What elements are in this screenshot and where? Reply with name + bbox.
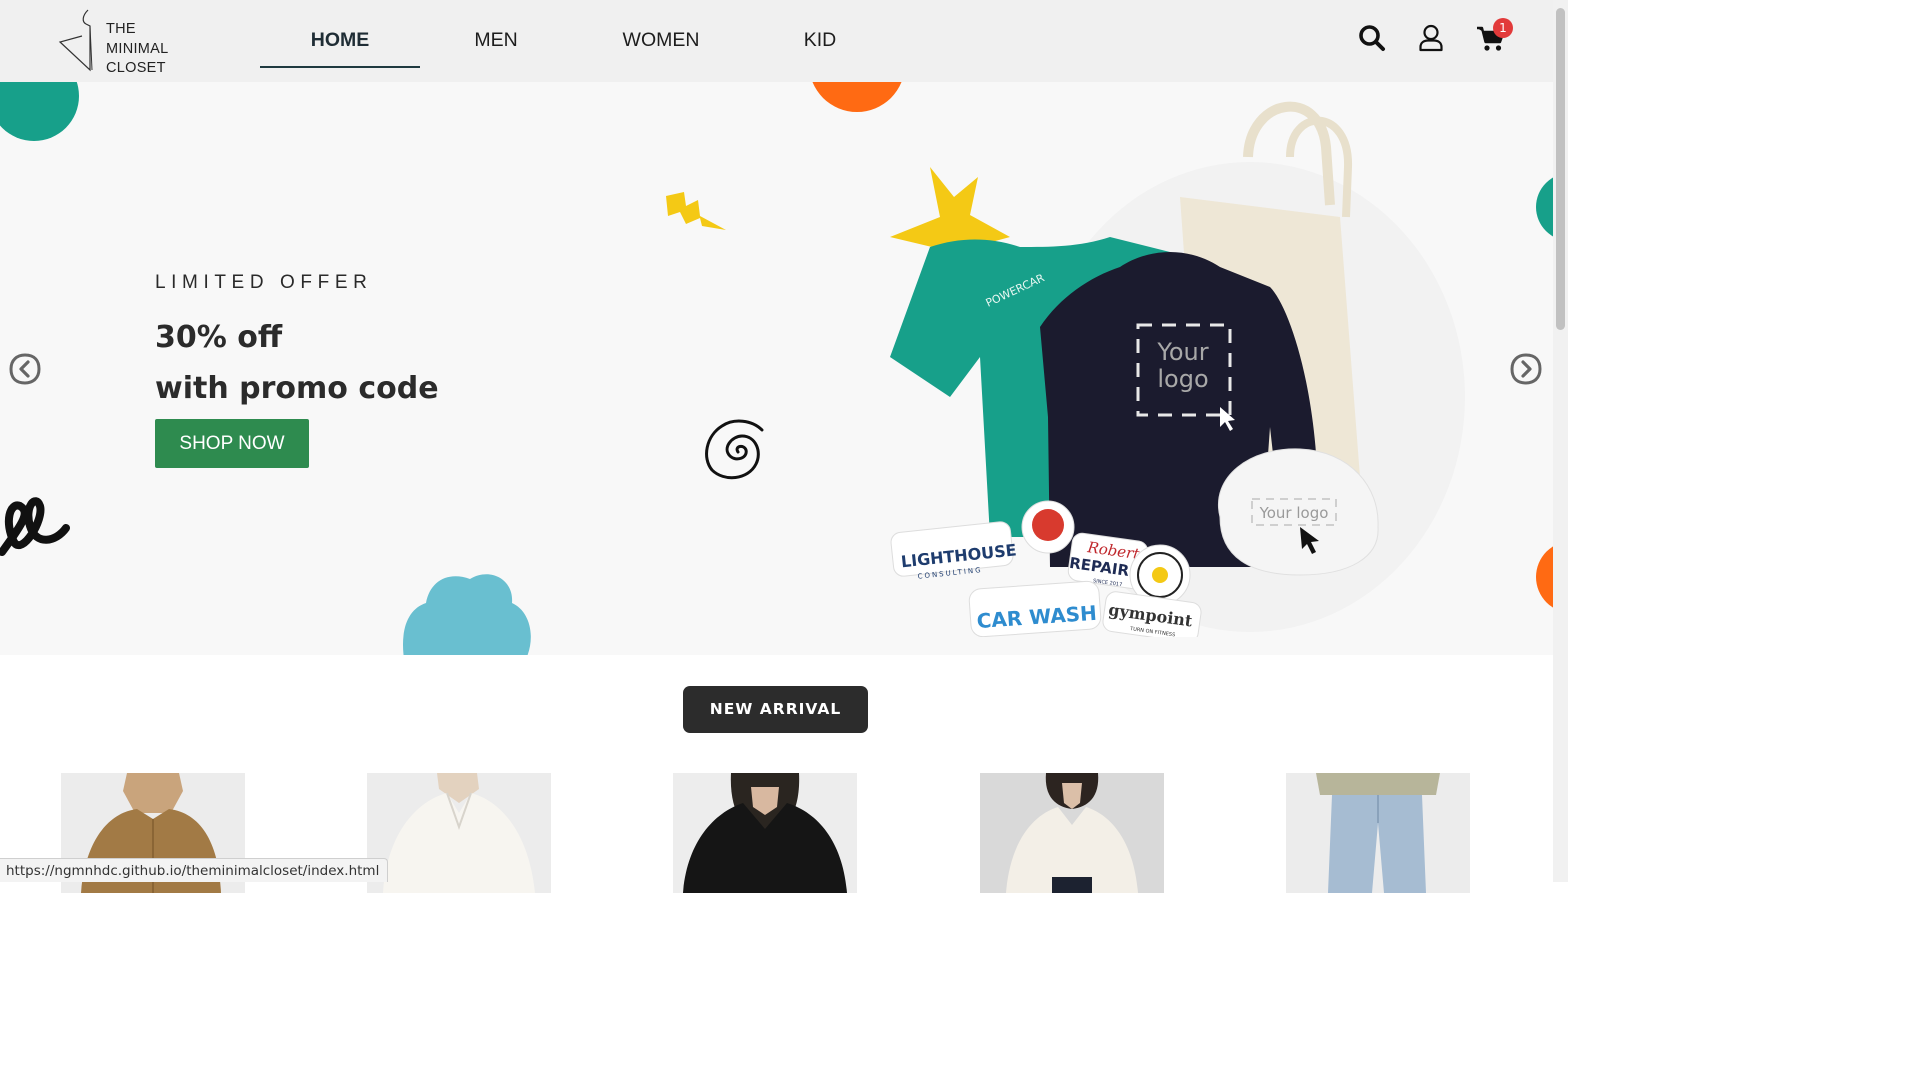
nav-kid[interactable]: KID xyxy=(760,0,880,68)
site-logo[interactable]: THE MINIMAL CLOSET xyxy=(56,8,186,76)
brand-name: THE MINIMAL CLOSET xyxy=(106,20,169,79)
hero-headline-line-2: with promo code xyxy=(155,371,439,406)
chevron-left-icon[interactable] xyxy=(9,353,41,385)
hero-banner: LIMITED OFFER 30% off with promo code SH… xyxy=(0,82,1553,655)
hero-headline-line-1: 30% off xyxy=(155,320,283,355)
cloud-decoration xyxy=(403,574,531,655)
cap-print: Your logo xyxy=(1259,504,1329,522)
cream-blouse-photo xyxy=(1006,773,1138,893)
vertical-scrollbar[interactable] xyxy=(1553,0,1568,882)
light-jeans-photo xyxy=(1316,773,1440,893)
brand-line-3: CLOSET xyxy=(106,60,166,76)
sweater-print-line-2: logo xyxy=(1157,365,1208,393)
cart-count-badge: 1 xyxy=(1493,18,1513,38)
merch-illustration: POWERCAR Your logo Your logo LIGHTHOUSE … xyxy=(890,101,1465,637)
brand-line-1: THE xyxy=(106,21,136,37)
hero-headline: 30% off with promo code xyxy=(155,312,439,414)
site-header: THE MINIMAL CLOSET HOME MEN WOMEN KID 1 xyxy=(0,0,1553,82)
hero-copy: LIMITED OFFER 30% off with promo code xyxy=(155,272,439,414)
product-card-2[interactable] xyxy=(367,773,551,893)
shop-now-button[interactable]: SHOP NOW xyxy=(155,419,309,468)
sweater-print-line-1: Your xyxy=(1156,338,1208,366)
search-icon[interactable] xyxy=(1358,24,1386,52)
hero-eyebrow: LIMITED OFFER xyxy=(155,272,373,293)
product-card-4[interactable] xyxy=(980,773,1164,893)
scrollbar-thumb[interactable] xyxy=(1556,8,1565,330)
lightning-decoration xyxy=(666,192,726,230)
hanger-icon xyxy=(58,9,93,72)
new-arrival-button[interactable]: NEW ARRIVAL xyxy=(683,686,868,733)
teal-blob-decoration xyxy=(0,82,79,141)
squiggle-decoration xyxy=(0,497,70,556)
swirl-decoration xyxy=(705,419,764,480)
user-icon[interactable] xyxy=(1418,24,1444,52)
white-shirt-photo xyxy=(383,773,535,893)
product-card-3[interactable] xyxy=(673,773,857,893)
product-card-5[interactable] xyxy=(1286,773,1470,893)
chevron-right-icon[interactable] xyxy=(1510,353,1542,385)
orange-edge-decoration xyxy=(1536,546,1553,608)
nav-men[interactable]: MEN xyxy=(436,0,556,68)
link-status-bar: https://ngmnhdc.github.io/theminimalclos… xyxy=(0,858,389,882)
brand-line-2: MINIMAL xyxy=(106,40,169,57)
nav-women[interactable]: WOMEN xyxy=(601,0,721,68)
nav-home[interactable]: HOME xyxy=(260,0,420,68)
black-blouse-photo xyxy=(683,773,847,893)
teal-edge-decoration xyxy=(1536,177,1553,237)
